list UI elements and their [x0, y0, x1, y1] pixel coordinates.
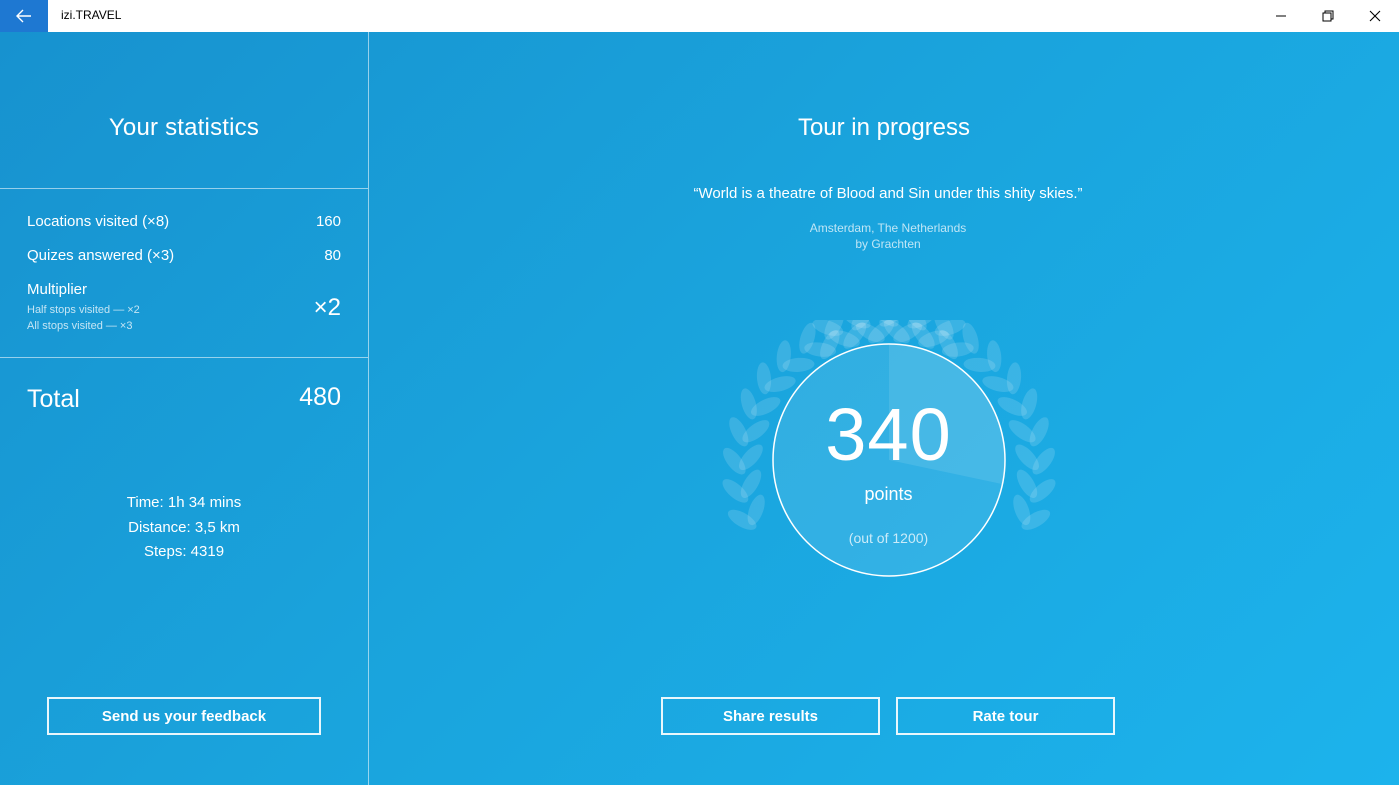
- share-results-button[interactable]: Share results: [661, 697, 880, 735]
- stat-label: Quizes answered (×3): [27, 247, 175, 264]
- feedback-button[interactable]: Send us your feedback: [47, 697, 321, 735]
- steps-metric: Steps: 4319: [143, 543, 225, 560]
- laurel-leaf: [1021, 388, 1038, 420]
- stat-row-locations: Locations visited (×8) 160: [27, 213, 341, 235]
- statistics-panel: Your statistics Locations visited (×8) 1…: [0, 32, 369, 785]
- stat-row-multiplier: Multiplier: [27, 281, 341, 303]
- quote-location: Amsterdam, The Netherlands: [809, 221, 967, 235]
- multiplier-value: ×2: [313, 294, 341, 321]
- stat-label: Locations visited (×8): [27, 213, 170, 230]
- title-bar: izi.TRAVEL: [0, 0, 1399, 32]
- stat-value: 160: [315, 213, 341, 230]
- score-unit: points: [864, 484, 913, 504]
- app-content: Your statistics Locations visited (×8) 1…: [0, 32, 1399, 785]
- score-badge: [722, 320, 1056, 577]
- stat-value: 80: [324, 247, 341, 264]
- restore-button[interactable]: [1305, 0, 1351, 32]
- app-title: izi.TRAVEL: [61, 8, 122, 22]
- score-points: 340: [825, 393, 952, 476]
- multiplier-label: Multiplier: [27, 281, 88, 298]
- score-out-of: (out of 1200): [848, 530, 929, 546]
- quote-author: by Grachten: [855, 237, 921, 251]
- total-label: Total: [27, 385, 80, 413]
- stat-row-quizes: Quizes answered (×3) 80: [27, 247, 341, 269]
- divider: [0, 188, 368, 189]
- multiplier-note: All stops visited — ×3: [27, 320, 133, 332]
- multiplier-note: Half stops visited — ×2: [27, 304, 140, 316]
- total-value: 480: [299, 383, 341, 411]
- back-arrow-icon: [16, 9, 31, 23]
- rate-tour-button[interactable]: Rate tour: [896, 697, 1115, 735]
- restore-icon: [1322, 10, 1334, 22]
- tour-quote: “World is a theatre of Blood and Sin und…: [693, 185, 1083, 202]
- minimize-icon: [1276, 15, 1286, 17]
- laurel-leaf: [740, 388, 757, 420]
- distance-metric: Distance: 3,5 km: [128, 519, 240, 536]
- time-metric: Time: 1h 34 mins: [126, 494, 242, 511]
- back-button[interactable]: [0, 0, 48, 32]
- tour-title: Tour in progress: [797, 114, 971, 141]
- statistics-title: Your statistics: [108, 114, 260, 141]
- close-icon: [1369, 10, 1381, 22]
- close-button[interactable]: [1352, 0, 1398, 32]
- divider: [0, 357, 368, 358]
- minimize-button[interactable]: [1258, 0, 1304, 32]
